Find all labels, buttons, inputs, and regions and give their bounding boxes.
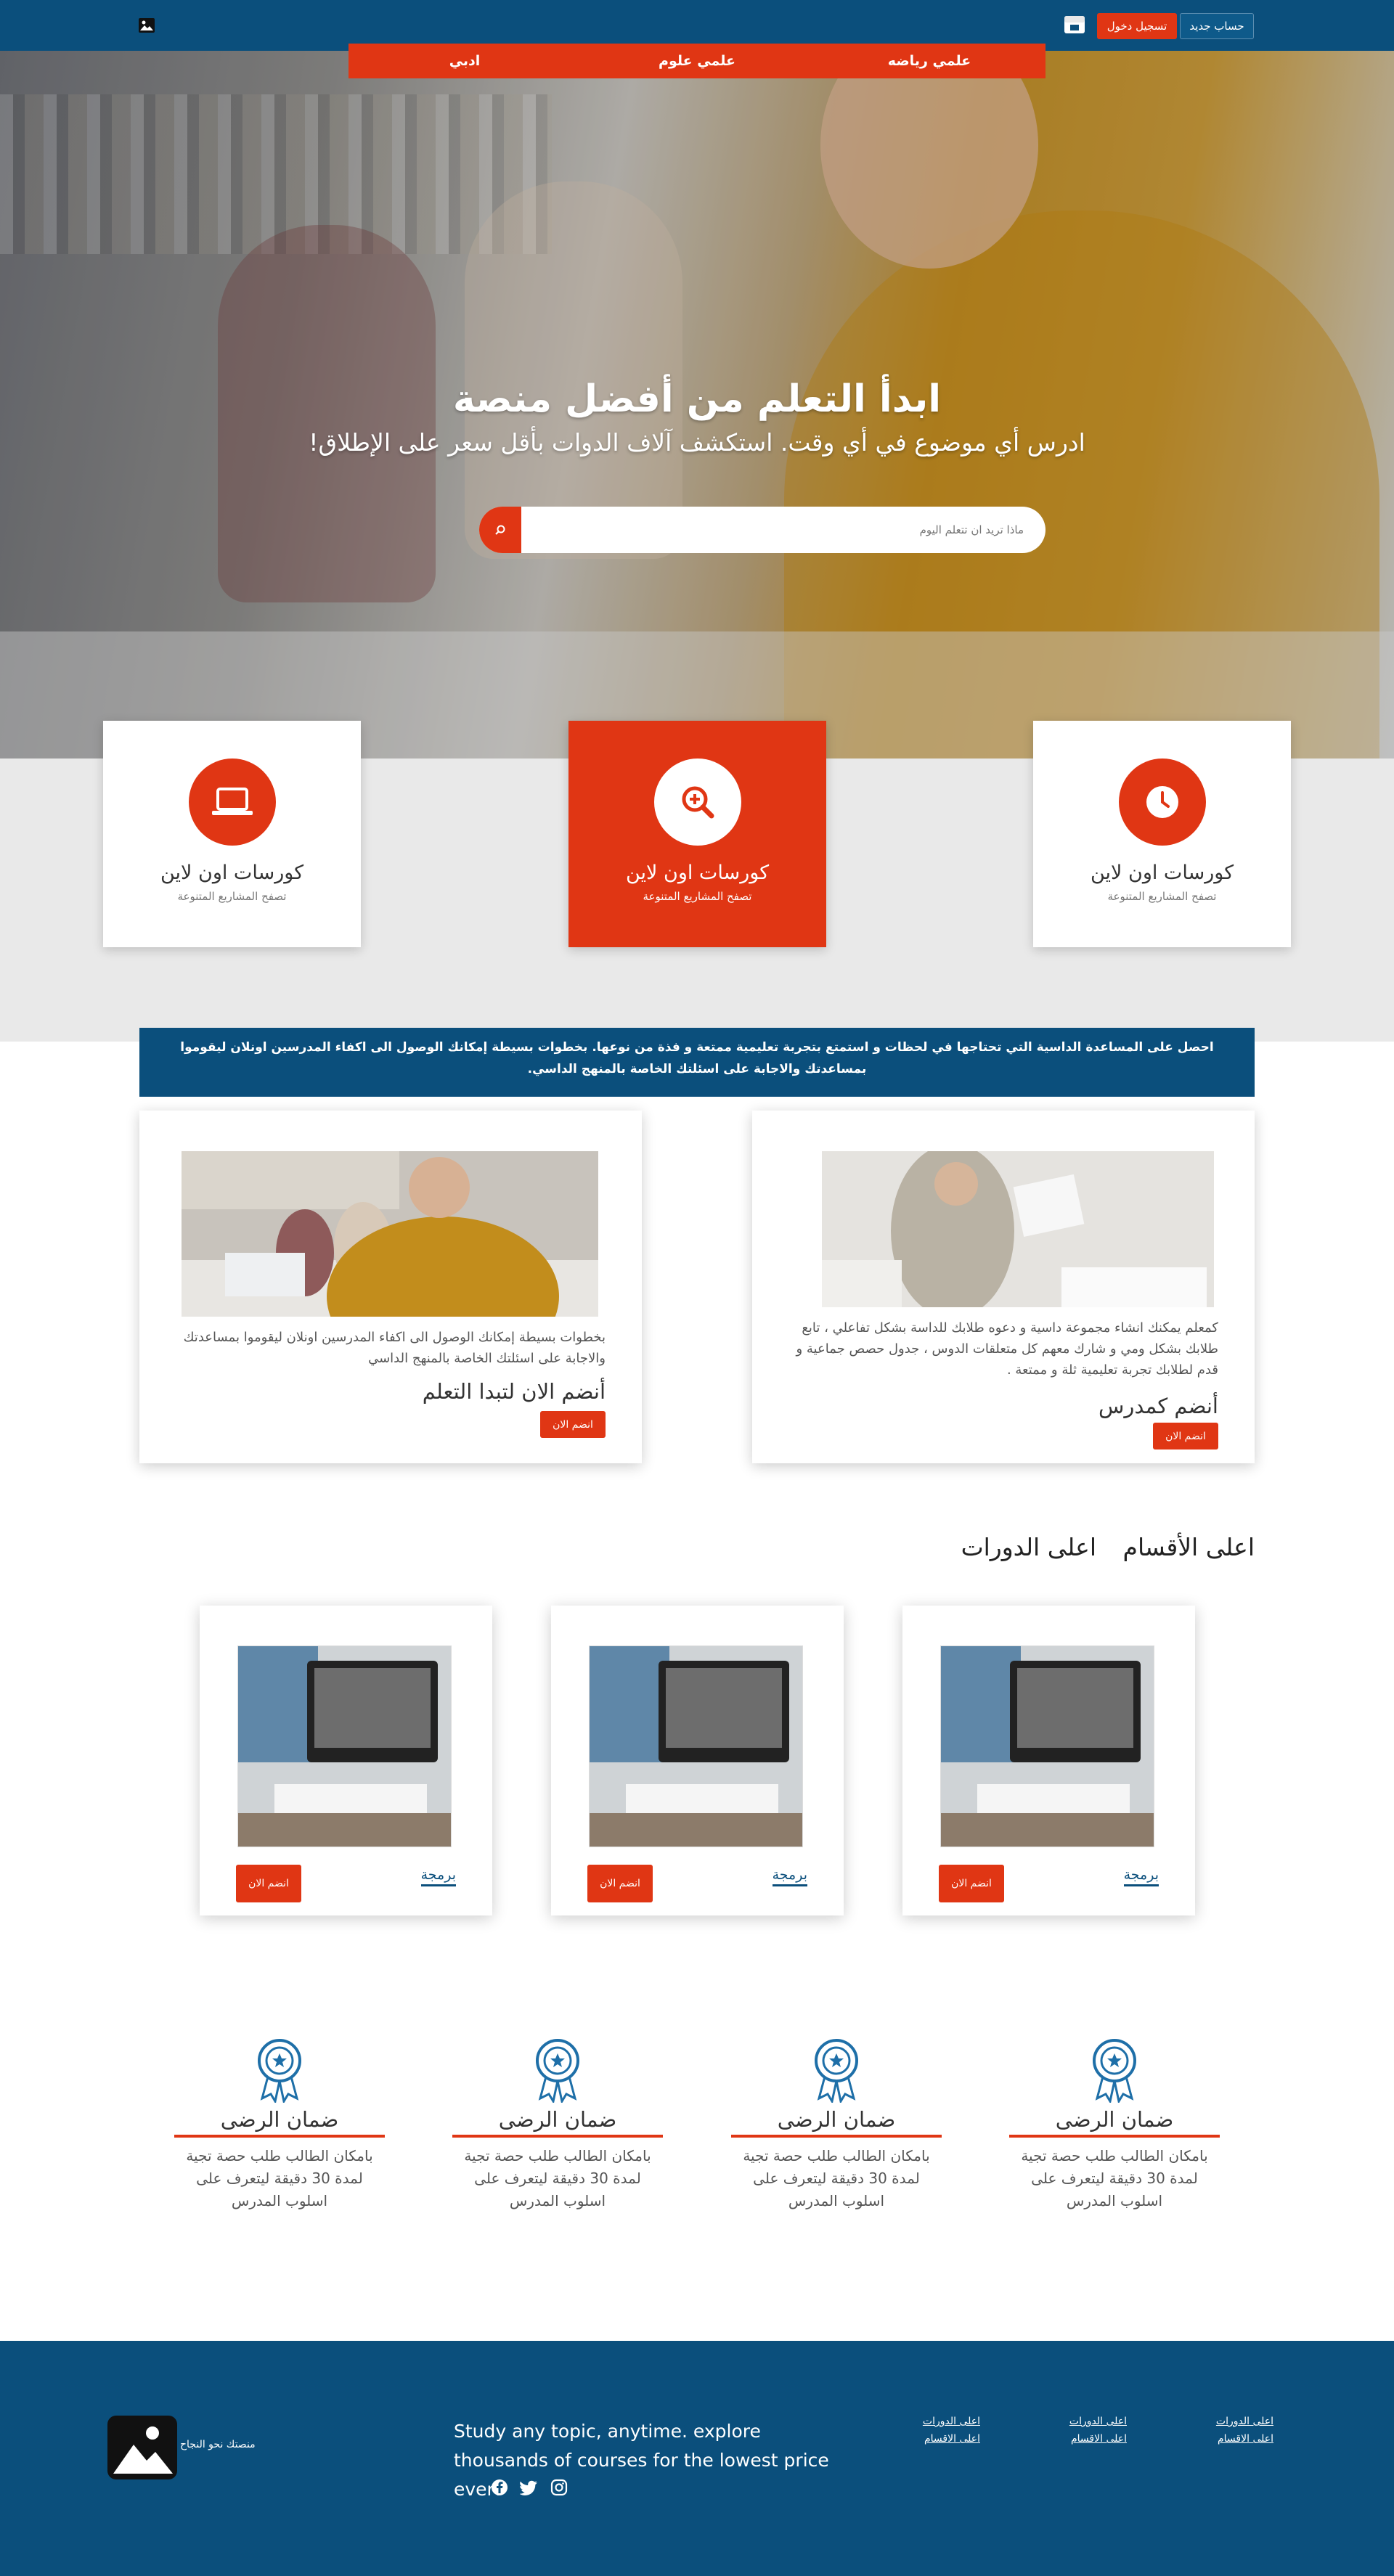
guarantee-title: ضمان الرضى: [174, 2107, 385, 2138]
guarantee-desc: بامكان الطالب طلب حصة تجية لمدة 30 دقيقة…: [1021, 2147, 1208, 2209]
guarantee-item: ضمان الرضى بامكان الطالب طلب حصة تجية لم…: [452, 2036, 663, 2212]
award-icon: [258, 2039, 301, 2105]
instagram-icon[interactable]: [550, 2479, 568, 2496]
teacher-image: [822, 1151, 1214, 1307]
course-card[interactable]: برمجة انضم الان: [902, 1606, 1195, 1915]
course-category[interactable]: برمجة: [420, 1867, 456, 1886]
facebook-icon[interactable]: [491, 2479, 508, 2496]
info-banner: احصل على المساعدة الداسية التي تحتاجها ف…: [139, 1028, 1255, 1097]
footer-logo-text: منصتك نحو النجاح: [180, 2439, 256, 2450]
join-teacher-button[interactable]: انضم الان: [1153, 1423, 1218, 1449]
join-teacher-card: كمعلم يمكنك انشاء مجموعة داسية و دعوه طل…: [752, 1111, 1255, 1463]
join-student-text: بخطوات بسيطة إمكانك الوصول الى اكفاء الم…: [183, 1330, 606, 1366]
guarantee-item: ضمان الرضى بامكان الطالب طلب حصة تجية لم…: [1009, 2036, 1220, 2212]
course-category[interactable]: برمجة: [1123, 1867, 1159, 1886]
feature-card[interactable]: كورسات اون لاين تصفح المشاريع المتنوعة: [1033, 721, 1291, 947]
course-category[interactable]: برمجة: [772, 1867, 807, 1886]
join-teacher-title: أنضم كمدرس: [1099, 1394, 1218, 1418]
store-icon[interactable]: [1061, 12, 1088, 38]
image-icon[interactable]: [138, 17, 155, 33]
footer-link-top-courses[interactable]: اعلى الدورات: [900, 2413, 980, 2430]
award-icon: [536, 2039, 579, 2105]
join-student-card: بخطوات بسيطة إمكانك الوصول الى اكفاء الم…: [139, 1111, 642, 1463]
guarantee-item: ضمان الرضى بامكان الطالب طلب حصة تجية لم…: [731, 2036, 942, 2212]
students-image: [182, 1151, 598, 1317]
join-student-button[interactable]: انضم الان: [540, 1411, 606, 1438]
tab-top-sections[interactable]: اعلى الأقسام: [1123, 1533, 1255, 1561]
feature-title: كورسات اون لاين: [1090, 862, 1234, 884]
course-join-button[interactable]: انضم الان: [939, 1865, 1004, 1902]
nav-item-math[interactable]: علمي رياضه: [813, 53, 1046, 69]
login-button[interactable]: تسجيل دخول: [1097, 13, 1177, 39]
guarantee-title: ضمان الرضى: [1009, 2107, 1220, 2138]
guarantee-desc: بامكان الطالب طلب حصة تجية لمدة 30 دقيقة…: [743, 2147, 930, 2209]
feature-title: كورسات اون لاين: [625, 862, 770, 884]
feature-card[interactable]: كورسات اون لاين تصفح المشاريع المتنوعة: [568, 721, 826, 947]
tab-top-courses[interactable]: اعلى الدورات: [961, 1533, 1096, 1561]
nav-item-science[interactable]: علمي علوم: [581, 53, 813, 69]
feature-subtitle: تصفح المشاريع المتنوعة: [1107, 890, 1217, 903]
course-join-button[interactable]: انضم الان: [587, 1865, 653, 1902]
guarantee-item: ضمان الرضى بامكان الطالب طلب حصة تجية لم…: [174, 2036, 385, 2212]
twitter-icon[interactable]: [520, 2479, 539, 2496]
footer-link-top-courses[interactable]: اعلى الدورات: [1194, 2413, 1273, 2430]
social-links: [491, 2479, 568, 2496]
footer-link-top-courses[interactable]: اعلى الدورات: [1047, 2413, 1127, 2430]
footer-link-top-sections[interactable]: اعلى الاقسام: [1194, 2430, 1273, 2448]
course-card[interactable]: برمجة انضم الان: [200, 1606, 492, 1915]
hero-subtitle: ادرس أي موضوع في أي وقت. استكشف آلاف الد…: [309, 428, 1085, 457]
search-plus-icon: [653, 759, 741, 846]
footer-link-top-sections[interactable]: اعلى الاقسام: [1047, 2430, 1127, 2448]
search-bar: [479, 507, 1046, 553]
guarantee-desc: بامكان الطالب طلب حصة تجية لمدة 30 دقيقة…: [186, 2147, 373, 2209]
search-input[interactable]: [521, 507, 1046, 553]
hero-title: ابدأ التعلم من أفضل منصة: [452, 377, 942, 421]
site-logo-icon[interactable]: [107, 2416, 177, 2479]
feature-subtitle: تصفح المشاريع المتنوعة: [643, 890, 752, 903]
feature-title: كورسات اون لاين: [160, 862, 304, 884]
new-account-button[interactable]: حساب جديد: [1180, 13, 1254, 39]
laptop-icon: [188, 759, 276, 846]
nav-item-literary[interactable]: ادبي: [348, 53, 581, 69]
footer-links-column: اعلى الدورات اعلى الاقسام: [1047, 2413, 1127, 2448]
join-teacher-text: كمعلم يمكنك انشاء مجموعة داسية و دعوه طل…: [796, 1320, 1218, 1378]
course-join-button[interactable]: انضم الان: [236, 1865, 301, 1902]
guarantee-title: ضمان الرضى: [731, 2107, 942, 2138]
clock-icon: [1118, 759, 1206, 846]
join-student-title: أنضم الان لتبدا التعلم: [422, 1379, 606, 1404]
course-card[interactable]: برمجة انضم الان: [551, 1606, 844, 1915]
feature-card[interactable]: كورسات اون لاين تصفح المشاريع المتنوعة: [103, 721, 361, 947]
award-icon: [815, 2039, 858, 2105]
course-image: [589, 1645, 803, 1847]
footer-links-column: اعلى الدورات اعلى الاقسام: [900, 2413, 980, 2448]
feature-subtitle: تصفح المشاريع المتنوعة: [177, 890, 287, 903]
guarantee-desc: بامكان الطالب طلب حصة تجية لمدة 30 دقيقة…: [464, 2147, 651, 2209]
main-nav: علمي رياضه علمي علوم ادبي: [348, 44, 1046, 78]
course-image: [940, 1645, 1154, 1847]
footer-links-column: اعلى الدورات اعلى الاقسام: [1194, 2413, 1273, 2448]
footer-link-top-sections[interactable]: اعلى الاقسام: [900, 2430, 980, 2448]
search-icon: [495, 525, 505, 535]
search-button[interactable]: [479, 507, 521, 553]
award-icon: [1093, 2039, 1136, 2105]
guarantee-title: ضمان الرضى: [452, 2107, 663, 2138]
course-image: [237, 1645, 452, 1847]
